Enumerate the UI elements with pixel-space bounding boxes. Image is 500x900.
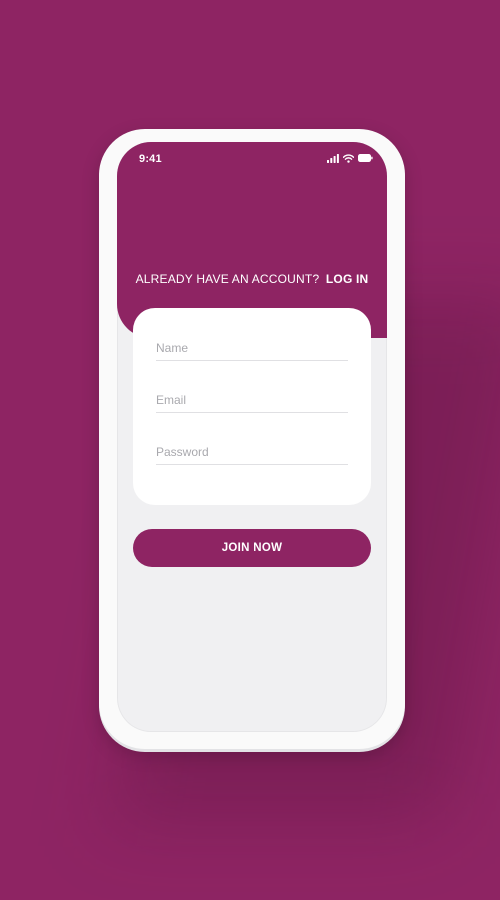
status-time: 9:41 <box>139 153 162 165</box>
battery-icon <box>358 154 373 162</box>
wifi-icon <box>343 153 354 163</box>
name-field <box>156 336 348 361</box>
email-field <box>156 388 348 413</box>
phone-screen: 9:41 ALREADY HAVE AN ACCOUNT? LOG IN Nam… <box>117 142 387 732</box>
page-background: 9:41 ALREADY HAVE AN ACCOUNT? LOG IN Nam… <box>0 0 500 900</box>
signup-form-card <box>133 308 371 505</box>
login-link[interactable]: LOG IN <box>326 272 369 286</box>
name-input[interactable] <box>156 336 348 360</box>
login-prompt: ALREADY HAVE AN ACCOUNT? LOG IN <box>117 272 387 286</box>
login-prompt-text: ALREADY HAVE AN ACCOUNT? <box>135 272 320 286</box>
join-now-button[interactable]: JOIN NOW <box>133 529 371 567</box>
password-field <box>156 440 348 465</box>
password-input[interactable] <box>156 440 348 464</box>
signal-icon <box>327 153 339 163</box>
status-icons <box>327 153 373 163</box>
email-input[interactable] <box>156 388 348 412</box>
